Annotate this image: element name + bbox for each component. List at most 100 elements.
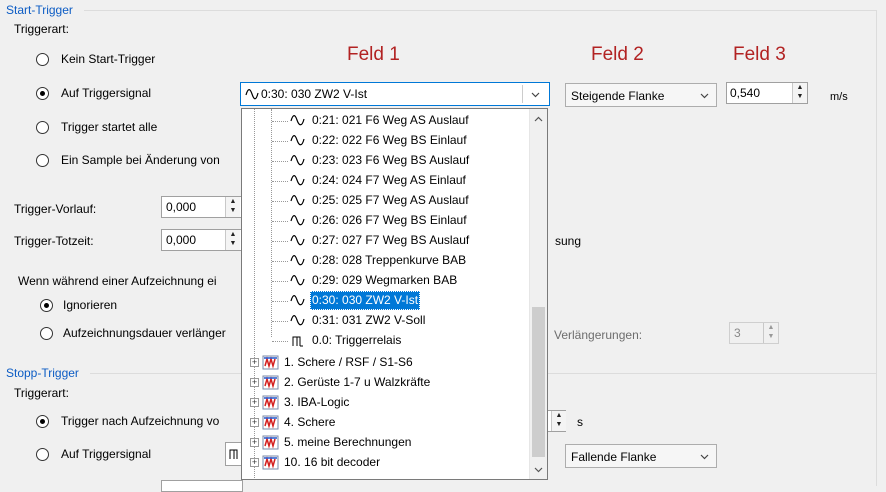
pretrigger-input[interactable]: 0,000 ▲ ▼ [161, 196, 243, 218]
expand-plus-icon[interactable]: + [250, 358, 259, 367]
dropdown-scrollbar[interactable] [529, 109, 547, 479]
radio-no-start-trigger[interactable] [36, 53, 49, 66]
radio-stop-after-recording[interactable] [36, 415, 49, 428]
tree-guide-branch [272, 261, 288, 262]
chevron-down-icon [700, 454, 709, 460]
tree-guide-branch [272, 201, 288, 202]
module-label: 1. Schere / RSF / S1-S6 [284, 355, 413, 369]
module-icon [262, 455, 279, 470]
radio-label-sample-on-change: Ein Sample bei Änderung von [61, 153, 220, 167]
module-icon [262, 435, 279, 450]
radio-sample-on-change[interactable] [36, 154, 49, 167]
module-label: 2. Gerüste 1-7 u Walzkräfte [284, 375, 431, 389]
analog-signal-icon [290, 315, 305, 326]
scrollbar-thumb[interactable] [532, 307, 545, 457]
signal-option-label: 0:21: 021 F6 Weg AS Auslauf [312, 113, 469, 127]
level-unit: m/s [830, 91, 848, 103]
radio-label-no-start-trigger: Kein Start-Trigger [61, 52, 156, 66]
extensions-input[interactable]: 3 ▲ ▼ [729, 322, 779, 344]
analog-signal-icon [290, 155, 305, 166]
analog-signal-icon [245, 89, 259, 100]
radio-ignore[interactable] [40, 299, 53, 312]
deadtime-value: 0,000 [166, 233, 197, 247]
signal-select-value: 0:30: 030 ZW2 V-Ist [261, 87, 368, 101]
radio-label-on-trigger-signal: Auf Triggersignal [61, 86, 152, 100]
tree-guide-branch [272, 341, 288, 342]
deadtime-input[interactable]: 0,000 ▲ ▼ [161, 229, 243, 251]
tree-guide-branch [272, 321, 288, 322]
analog-signal-icon [290, 295, 305, 306]
digital-signal-icon [292, 336, 303, 347]
pretrigger-spinner[interactable]: ▲ ▼ [225, 197, 240, 217]
module-icon [262, 355, 279, 370]
edge-select[interactable]: Steigende Flanke [565, 83, 717, 107]
chevron-down-icon [531, 92, 540, 98]
during-recording-label: Wenn während einer Aufzeichnung ei [18, 274, 217, 288]
partial-bottom-input[interactable] [161, 480, 243, 492]
tree-guide-level1 [271, 109, 272, 337]
field-header-2: Feld 2 [591, 44, 644, 65]
signal-option-label: 0:27: 027 F7 Weg BS Auslauf [312, 233, 470, 247]
module-label: 10. 16 bit decoder [284, 455, 381, 469]
signal-select-toggle[interactable] [522, 85, 547, 103]
stop-duration-spinner[interactable]: ▲ ▼ [551, 411, 566, 431]
digital-signal-label: 0.0: Triggerrelais [312, 333, 402, 347]
expand-plus-icon[interactable]: + [250, 458, 259, 467]
extensions-label: Verlängerungen: [554, 328, 643, 342]
radio-label-stop-on-trigger-signal: Auf Triggersignal [61, 447, 152, 461]
radio-extend-duration[interactable] [40, 327, 53, 340]
level-spinner-buttons[interactable]: ▲ ▼ [792, 83, 807, 103]
module-icon [262, 395, 279, 410]
expand-plus-icon[interactable]: + [250, 398, 259, 407]
deadtime-suffix: sung [555, 234, 582, 248]
start-trigger-type-label: Triggerart: [14, 22, 69, 36]
edge-select-value: Steigende Flanke [571, 89, 665, 103]
expand-plus-icon[interactable]: + [250, 378, 259, 387]
signal-option-label: 0:22: 022 F6 Weg BS Einlauf [312, 133, 467, 147]
module-icon [262, 375, 279, 390]
tree-guide-branch [272, 161, 288, 162]
radio-stop-on-trigger-signal[interactable] [36, 448, 49, 461]
module-icon [262, 415, 279, 430]
signal-option-label: 0:30: 030 ZW2 V-Ist [310, 291, 421, 310]
tree-guide-branch [272, 301, 288, 302]
stop-edge-select[interactable]: Fallende Flanke [565, 444, 717, 468]
analog-signal-icon [290, 195, 305, 206]
pretrigger-label: Trigger-Vorlauf: [14, 202, 97, 216]
radio-label-stop-after-recording: Trigger nach Aufzeichnung vo [61, 414, 220, 428]
expand-plus-icon[interactable]: + [250, 438, 259, 447]
analog-signal-icon [290, 255, 305, 266]
level-spinner[interactable]: 0,540 ▲ ▼ [726, 82, 808, 104]
signal-select[interactable]: 0:30: 030 ZW2 V-Ist [240, 82, 550, 106]
tree-guide-branch [272, 241, 288, 242]
signal-option-label: 0:26: 026 F7 Weg BS Einlauf [312, 213, 467, 227]
signal-option-label: 0:31: 031 ZW2 V-Soll [312, 313, 426, 327]
signal-dropdown-list[interactable]: 0:21: 021 F6 Weg AS Auslauf 0:22: 022 F6 … [241, 108, 548, 480]
stop-edge-select-value: Fallende Flanke [571, 450, 657, 464]
radio-trigger-starts-all[interactable] [36, 121, 49, 134]
signal-option-label: 0:29: 029 Wegmarken BAB [312, 273, 458, 287]
radio-on-trigger-signal[interactable] [36, 87, 49, 100]
module-label: 5. meine Berechnungen [284, 435, 412, 449]
tree-guide-branch [272, 141, 288, 142]
analog-signal-icon [290, 175, 305, 186]
chevron-up-icon[interactable] [534, 115, 543, 124]
stop-trigger-type-label: Triggerart: [14, 386, 69, 400]
tree-guide-branch [272, 181, 288, 182]
tree-guide-branch [272, 121, 288, 122]
signal-option-label: 0:23: 023 F6 Weg BS Auslauf [312, 153, 470, 167]
digital-signal-icon [229, 449, 238, 459]
signal-option-label: 0:28: 028 Treppenkurve BAB [312, 253, 467, 267]
chevron-down-icon[interactable] [534, 465, 543, 474]
start-trigger-group-title: Start-Trigger [6, 3, 73, 17]
tree-guide-branch [272, 221, 288, 222]
signal-option-label: 0:24: 024 F7 Weg AS Einlauf [312, 173, 466, 187]
module-label: 4. Schere [284, 415, 336, 429]
stop-trigger-group-title: Stopp-Trigger [6, 366, 79, 380]
expand-plus-icon[interactable]: + [250, 418, 259, 427]
extensions-value: 3 [734, 326, 741, 340]
extensions-spinner[interactable]: ▲ ▼ [763, 323, 778, 343]
radio-label-ignore: Ignorieren [63, 298, 118, 312]
deadtime-spinner[interactable]: ▲ ▼ [225, 230, 240, 250]
radio-label-trigger-starts-all: Trigger startet alle [61, 120, 158, 134]
